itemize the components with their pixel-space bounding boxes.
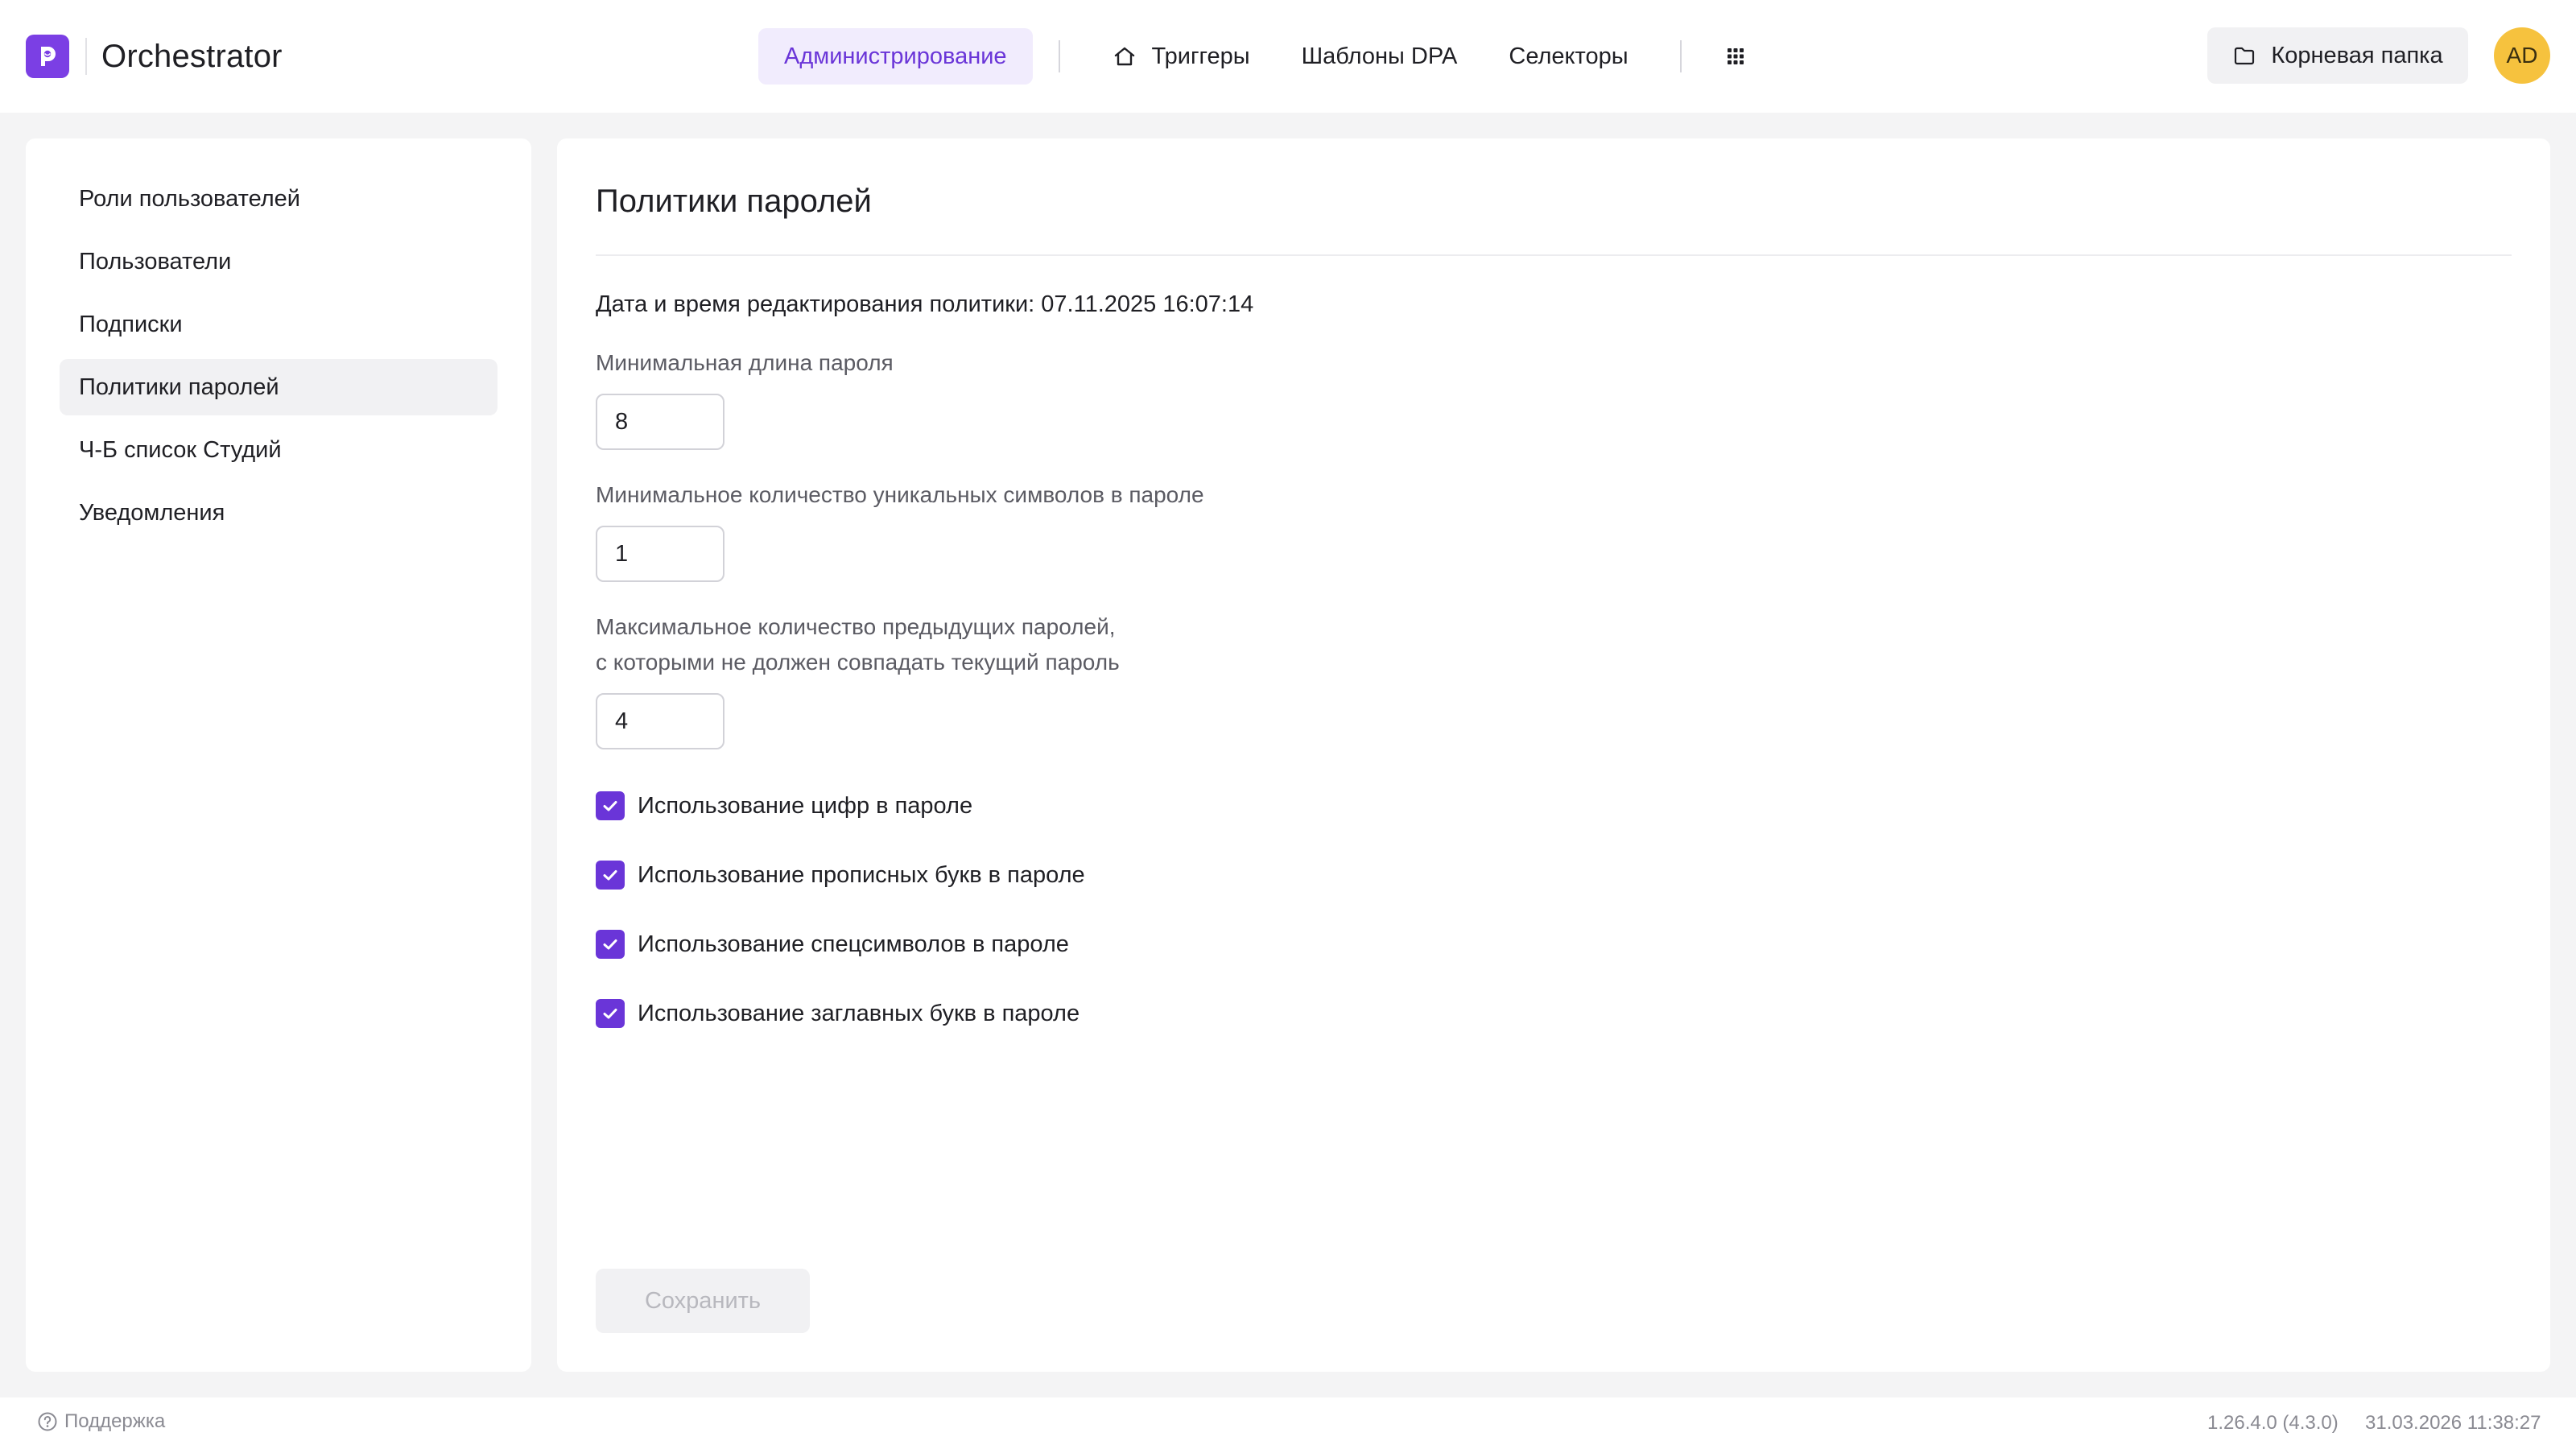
checkmark-icon: [603, 801, 617, 811]
avatar[interactable]: AD: [2494, 27, 2550, 84]
checkbox-special-chars[interactable]: [596, 930, 625, 959]
field-min-length: Минимальная длина пароля: [596, 345, 2512, 450]
nav-divider: [1679, 40, 1682, 72]
support-link[interactable]: Поддержка: [37, 1410, 165, 1433]
checkbox-special-chars-label: Использование спецсимволов в пароле: [638, 931, 1069, 957]
save-button[interactable]: Сохранить: [596, 1269, 810, 1333]
main-panel: Политики паролей Дата и время редактиров…: [557, 138, 2550, 1372]
min-unique-chars-label: Минимальное количество уникальных символ…: [596, 482, 1204, 507]
sidebar-item-subscriptions[interactable]: Подписки: [60, 296, 497, 353]
nav-admin[interactable]: Администрирование: [758, 28, 1033, 85]
checkbox-digits[interactable]: [596, 791, 625, 820]
policy-edited-datetime: Дата и время редактирования политики: 07…: [596, 291, 1254, 317]
sidebar-item-users[interactable]: Пользователи: [60, 233, 497, 290]
title-divider: [596, 254, 2512, 256]
sidebar: Роли пользователей Пользователи Подписки…: [26, 138, 531, 1372]
sidebar-item-studio-bw-list[interactable]: Ч-Б список Студий: [60, 422, 497, 478]
home-icon: [1112, 43, 1137, 69]
page-title: Политики паролей: [596, 184, 872, 219]
nav-triggers-label: Триггеры: [1151, 43, 1250, 69]
root-folder-label: Корневая папка: [2271, 42, 2443, 68]
top-bar: Orchestrator Администрирование Триггеры …: [0, 0, 2576, 113]
main-nav: Администрирование Триггеры Шаблоны DPA С…: [758, 27, 1764, 85]
sidebar-item-notifications[interactable]: Уведомления: [60, 485, 497, 541]
field-password-history: Максимальное количество предыдущих парол…: [596, 609, 2512, 749]
grid-icon[interactable]: [1707, 28, 1764, 85]
password-history-label-line1: Максимальное количество предыдущих парол…: [596, 614, 1116, 639]
app-version: 1.26.4.0 (4.3.0): [2207, 1412, 2339, 1434]
min-length-label: Минимальная длина пароля: [596, 350, 894, 375]
server-datetime: 31.03.2026 11:38:27: [2365, 1412, 2541, 1434]
brand[interactable]: Orchestrator: [26, 34, 283, 79]
nav-dpa-templates[interactable]: Шаблоны DPA: [1276, 28, 1484, 85]
checkmark-icon: [603, 939, 617, 950]
password-history-label-line2: с которыми не должен совпадать текущий п…: [596, 650, 1120, 675]
checkbox-lowercase[interactable]: [596, 861, 625, 890]
checkbox-uppercase-label: Использование заглавных букв в пароле: [638, 1000, 1080, 1026]
checkbox-row-special-chars[interactable]: Использование спецсимволов в пароле: [596, 928, 2512, 960]
sidebar-item-user-roles[interactable]: Роли пользователей: [60, 171, 497, 227]
checkbox-digits-label: Использование цифр в пароле: [638, 792, 973, 819]
checkbox-row-lowercase[interactable]: Использование прописных букв в пароле: [596, 859, 2512, 891]
min-length-input[interactable]: [596, 394, 724, 450]
folder-icon: [2232, 43, 2256, 68]
orchestrator-logo-icon: [26, 35, 69, 78]
checkmark-icon: [603, 1009, 617, 1019]
support-label: Поддержка: [64, 1410, 166, 1432]
checkbox-row-digits[interactable]: Использование цифр в пароле: [596, 790, 2512, 822]
password-history-input[interactable]: [596, 693, 724, 749]
checkmark-icon: [603, 870, 617, 881]
nav-selectors[interactable]: Селекторы: [1483, 28, 1653, 85]
app-name: Orchestrator: [101, 38, 283, 74]
checkbox-row-uppercase[interactable]: Использование заглавных букв в пароле: [596, 997, 2512, 1030]
field-min-unique-chars: Минимальное количество уникальных символ…: [596, 477, 2512, 582]
min-unique-chars-input[interactable]: [596, 526, 724, 582]
checkbox-group: Использование цифр в пароле Использовани…: [596, 790, 2512, 1030]
checkbox-lowercase-label: Использование прописных букв в пароле: [638, 861, 1085, 888]
footer: Поддержка 1.26.4.0 (4.3.0) 31.03.2026 11…: [0, 1397, 2576, 1449]
root-folder-button[interactable]: Корневая папка: [2207, 27, 2468, 84]
help-circle-icon: [37, 1411, 58, 1432]
sidebar-item-password-policies[interactable]: Политики паролей: [60, 359, 497, 415]
checkbox-uppercase[interactable]: [596, 999, 625, 1028]
nav-divider: [1058, 40, 1060, 72]
brand-divider: [85, 38, 87, 75]
nav-triggers[interactable]: Триггеры: [1086, 28, 1276, 85]
